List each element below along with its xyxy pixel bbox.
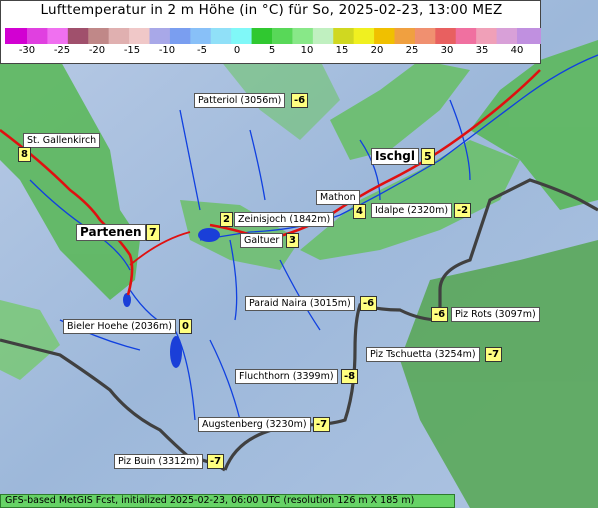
scale-color-cell xyxy=(292,28,314,44)
place-name-label: Paraid Naira (3015m) xyxy=(245,296,355,311)
scale-tick-label: 35 xyxy=(475,45,489,56)
scale-color-cell xyxy=(251,28,273,44)
footer-note: GFS-based MetGIS Fcst, initialized 2025-… xyxy=(0,494,455,508)
temperature-value-badge: 2 xyxy=(220,212,233,227)
temperature-value-badge: 4 xyxy=(353,204,366,219)
scale-tick-label: -30 xyxy=(18,45,36,56)
place-name-label: St. Gallenkirch xyxy=(23,133,101,148)
temperature-value-badge: -7 xyxy=(485,347,503,362)
place-name-label: Galtuer xyxy=(240,233,284,248)
temperature-value-badge: -2 xyxy=(454,203,472,218)
scale-color-cell xyxy=(333,28,355,44)
scale-color-cell xyxy=(374,28,395,44)
silvretta-lake xyxy=(170,336,182,368)
scale-color-cell xyxy=(210,28,232,44)
place-name-label: Bieler Hoehe (2036m) xyxy=(63,319,176,334)
temperature-value-badge: -7 xyxy=(207,454,225,469)
temperature-color-scale xyxy=(5,26,541,46)
scale-ticks: -30 -25 -20 -15 -10 -5 0 5 10 15 20 25 30 35 40 xyxy=(1,45,542,59)
map-title: Lufttemperatur in 2 m Höhe (in °C) für S… xyxy=(40,2,503,18)
temperature-value-badge: 5 xyxy=(421,148,435,165)
scale-color-cell xyxy=(353,28,375,44)
temperature-value-badge: -6 xyxy=(291,93,309,108)
scale-tick-label: -10 xyxy=(158,45,176,56)
place-name-label: Fluchthorn (3399m) xyxy=(235,369,338,384)
scale-color-cell xyxy=(67,28,89,44)
scale-tick-label: 30 xyxy=(440,45,454,56)
scale-color-cell xyxy=(394,28,416,44)
place-name-label: Idalpe (2320m) xyxy=(371,203,453,218)
place-name-label: Piz Tschuetta (3254m) xyxy=(366,347,480,362)
scale-color-cell xyxy=(272,28,293,44)
scale-tick-label: -25 xyxy=(53,45,71,56)
place-name-label: Zeinisjoch (1842m) xyxy=(234,212,335,227)
place-name-label: Piz Rots (3097m) xyxy=(451,307,540,322)
scale-color-cell xyxy=(190,28,212,44)
color-scale-bar xyxy=(5,28,541,44)
scale-color-cell xyxy=(27,28,48,44)
header-panel: Lufttemperatur in 2 m Höhe (in °C) für S… xyxy=(0,0,541,64)
scale-color-cell xyxy=(496,28,518,44)
scale-color-cell xyxy=(435,28,457,44)
scale-tick-label: 10 xyxy=(300,45,314,56)
scale-tick-label: 25 xyxy=(405,45,419,56)
temperature-value-badge: -7 xyxy=(313,417,331,432)
kops-lake xyxy=(123,293,131,307)
temperature-value-badge: -6 xyxy=(431,307,449,322)
zeinis-lake xyxy=(198,228,220,242)
scale-tick-label: 40 xyxy=(510,45,524,56)
temperature-value-badge: 7 xyxy=(146,224,160,241)
scale-color-cell xyxy=(169,28,191,44)
place-name-label: Augstenberg (3230m) xyxy=(198,417,311,432)
place-name-label: Mathon xyxy=(316,190,360,205)
scale-tick-label: 0 xyxy=(233,45,241,56)
scale-min-block xyxy=(5,28,27,44)
scale-color-cell xyxy=(88,28,110,44)
scale-max-block xyxy=(517,28,541,44)
scale-color-cell xyxy=(231,28,253,44)
place-name-label: Piz Buin (3312m) xyxy=(114,454,204,469)
scale-color-cell xyxy=(312,28,334,44)
scale-tick-label: -5 xyxy=(197,45,207,56)
scale-tick-label: 5 xyxy=(268,45,276,56)
scale-color-cell xyxy=(108,28,130,44)
scale-tick-label: -15 xyxy=(123,45,141,56)
temperature-value-badge: -6 xyxy=(360,296,378,311)
scale-color-cell xyxy=(129,28,150,44)
temperature-value-badge: 8 xyxy=(18,147,31,162)
scale-tick-label: 15 xyxy=(335,45,349,56)
scale-tick-label: 20 xyxy=(370,45,384,56)
place-name-label: Partenen xyxy=(76,224,146,241)
scale-color-cell xyxy=(414,28,436,44)
scale-color-cell xyxy=(455,28,477,44)
temperature-value-badge: 0 xyxy=(179,319,192,334)
scale-color-cell xyxy=(476,28,498,44)
temperature-value-badge: 3 xyxy=(286,233,299,248)
scale-color-cell xyxy=(149,28,171,44)
place-name-label: Ischgl xyxy=(371,148,419,165)
scale-tick-label: -20 xyxy=(88,45,106,56)
temperature-value-badge: -8 xyxy=(341,369,359,384)
place-name-label: Patteriol (3056m) xyxy=(194,93,286,108)
scale-color-cell xyxy=(47,28,69,44)
